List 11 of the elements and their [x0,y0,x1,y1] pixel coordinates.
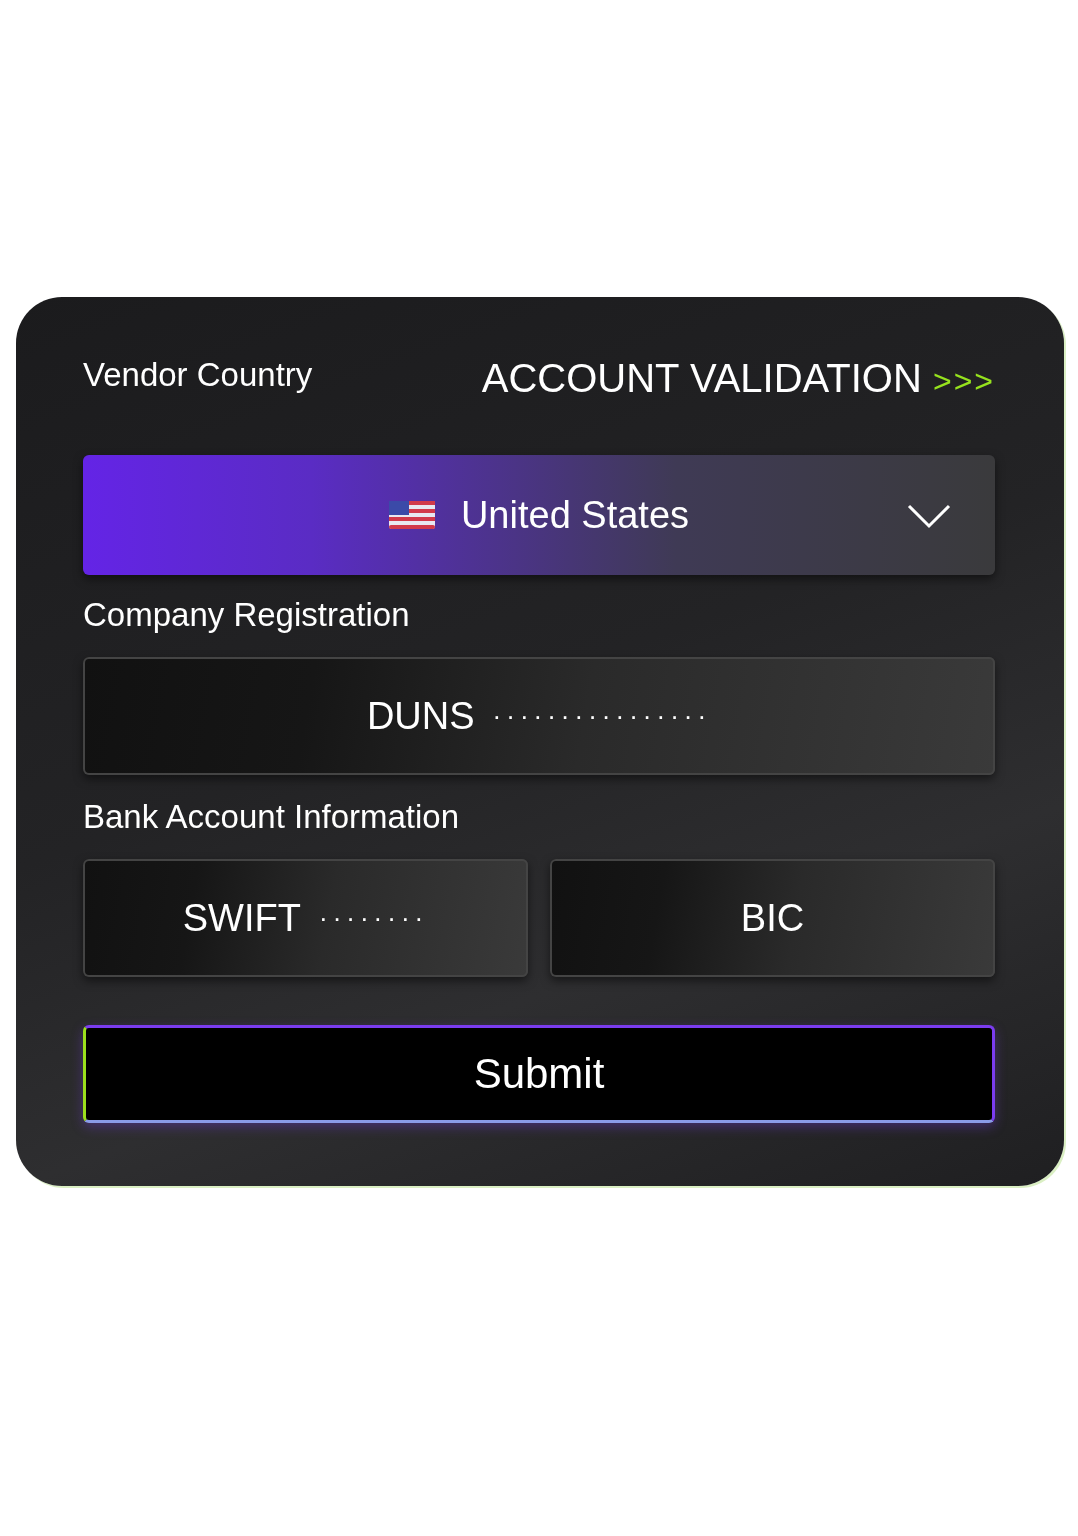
input-field[interactable]: DUNS ················ [83,657,995,775]
submit-button[interactable]: Submit [83,1025,995,1123]
form-title: ACCOUNT VALIDATION >>> [481,355,995,402]
flag-icon [388,501,435,529]
chevron-down-icon [907,503,951,529]
field-label: Company Registration [83,595,410,635]
input-field[interactable]: BIC [550,859,995,977]
field-label: Vendor Country [83,355,313,395]
country-dropdown[interactable]: United States [83,455,995,575]
field-label: Bank Account Information [83,797,460,837]
input-field[interactable]: SWIFT ········ [83,859,528,977]
